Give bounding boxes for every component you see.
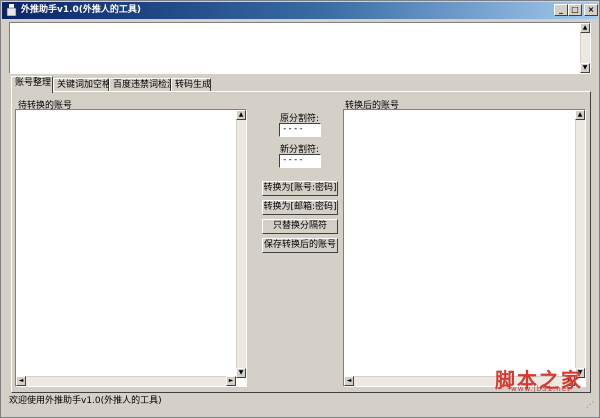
app-icon	[6, 4, 17, 16]
converted-accounts-textarea[interactable]: ▲ ▼ ◄ ►	[343, 109, 586, 387]
tab-keyword-spacing[interactable]: 关键词加空格	[53, 78, 111, 92]
close-button[interactable]: ×	[584, 4, 598, 16]
scroll-down-icon[interactable]: ▼	[236, 368, 246, 378]
tab-account-organize[interactable]: 账号整理	[11, 76, 53, 93]
original-separator-input[interactable]: ----	[279, 123, 321, 137]
window-title: 外推助手v1.0(外推人的工具)	[21, 5, 142, 15]
maximize-button[interactable]: □	[568, 4, 582, 16]
watermark-url: www.jb51.net	[511, 385, 571, 393]
log-textarea[interactable]: ▲ ▼	[9, 22, 591, 74]
title-bar[interactable]: 外推助手v1.0(外推人的工具) _ □ ×	[2, 2, 598, 19]
convert-email-password-button[interactable]: 转换为[邮箱:密码]	[262, 200, 338, 215]
converted-vertical-scrollbar[interactable]: ▲ ▼	[575, 110, 585, 378]
scroll-up-icon[interactable]: ▲	[575, 110, 585, 120]
tab-baidu-banned-words[interactable]: 百度违禁词检测	[109, 78, 176, 92]
new-separator-input[interactable]: ----	[279, 154, 321, 168]
convert-account-password-button[interactable]: 转换为[账号:密码]	[262, 181, 338, 196]
log-vertical-scrollbar[interactable]: ▲ ▼	[580, 23, 590, 73]
tab-transcode[interactable]: 转码生成	[171, 78, 211, 92]
resize-grip-icon[interactable]: ⋰	[586, 398, 596, 409]
scroll-left-icon[interactable]: ◄	[16, 376, 26, 386]
scroll-right-icon[interactable]: ►	[226, 376, 236, 386]
minimize-button[interactable]: _	[554, 4, 568, 16]
status-text: 欢迎使用外推助手v1.0(外推人的工具)	[9, 396, 162, 406]
source-horizontal-scrollbar[interactable]: ◄ ►	[16, 376, 236, 386]
app-window: 外推助手v1.0(外推人的工具) _ □ × ▲ ▼ 账号整理 关键词加空格 百…	[0, 0, 600, 418]
scroll-up-icon[interactable]: ▲	[236, 110, 246, 120]
scroll-down-icon[interactable]: ▼	[580, 63, 590, 73]
replace-separator-button[interactable]: 只替换分隔符	[262, 219, 338, 234]
scroll-up-icon[interactable]: ▲	[580, 23, 590, 33]
source-accounts-textarea[interactable]: ▲ ▼ ◄ ►	[15, 109, 247, 387]
scroll-left-icon[interactable]: ◄	[344, 376, 354, 386]
save-converted-button[interactable]: 保存转换后的账号	[262, 238, 338, 253]
source-vertical-scrollbar[interactable]: ▲ ▼	[236, 110, 246, 378]
status-bar: 欢迎使用外推助手v1.0(外推人的工具) ⋰	[2, 395, 598, 410]
